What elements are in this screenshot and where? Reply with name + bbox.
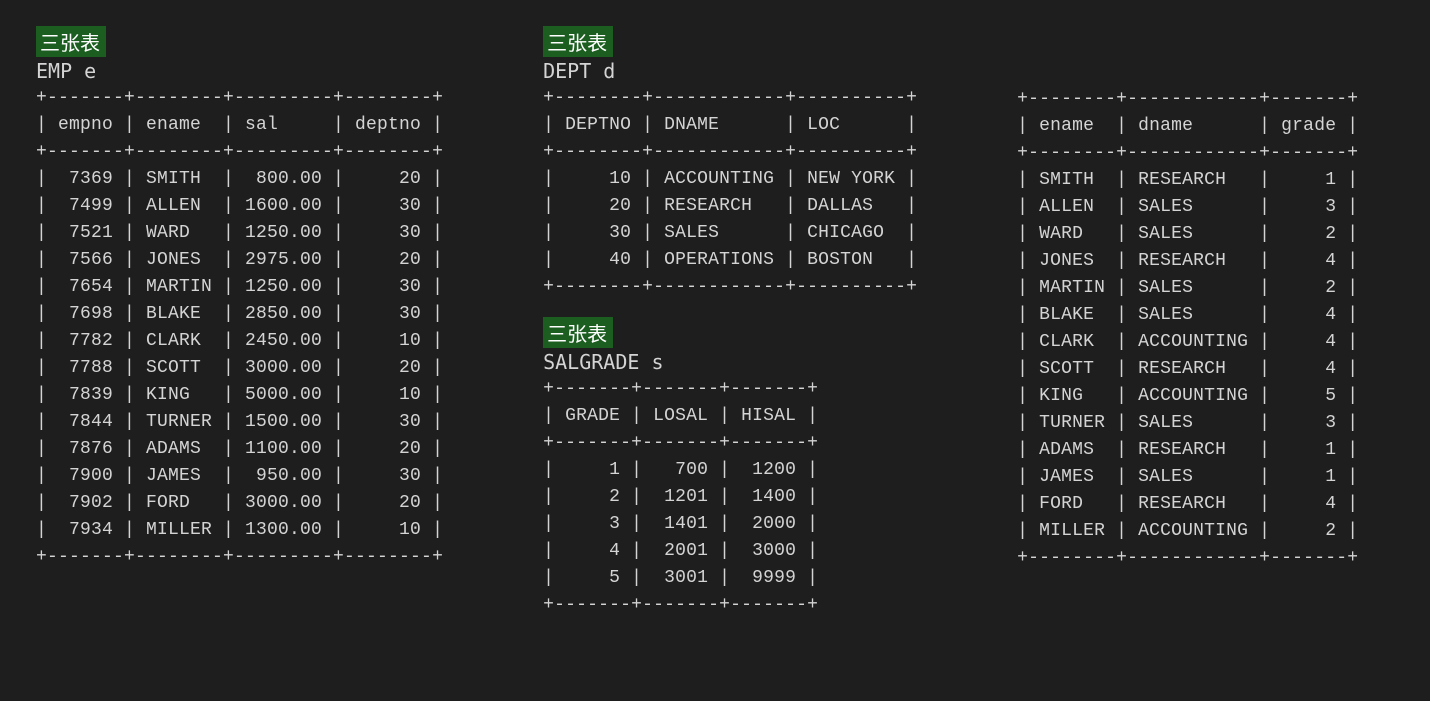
emp-column: 三张表 EMP e +-------+--------+---------+--… <box>36 26 443 635</box>
dept-salgrade-column: 三张表 DEPT d +--------+------------+------… <box>543 26 917 635</box>
salgrade-block: 三张表 SALGRADE s +-------+-------+-------+… <box>543 317 917 619</box>
emp-title: EMP e <box>36 59 443 83</box>
emp-block: 三张表 EMP e +-------+--------+---------+--… <box>36 26 443 571</box>
badge-salgrade: 三张表 <box>543 317 613 348</box>
salgrade-ascii-table: +-------+-------+-------+ | GRADE | LOSA… <box>543 376 917 619</box>
dept-block: 三张表 DEPT d +--------+------------+------… <box>543 26 917 301</box>
result-column: +--------+------------+-------+ | ename … <box>1017 26 1358 635</box>
dept-title: DEPT d <box>543 59 917 83</box>
badge-emp: 三张表 <box>36 26 106 57</box>
result-ascii-table: +--------+------------+-------+ | ename … <box>1017 86 1358 572</box>
emp-ascii-table: +-------+--------+---------+--------+ | … <box>36 85 443 571</box>
badge-dept: 三张表 <box>543 26 613 57</box>
salgrade-title: SALGRADE s <box>543 350 917 374</box>
dept-ascii-table: +--------+------------+----------+ | DEP… <box>543 85 917 301</box>
